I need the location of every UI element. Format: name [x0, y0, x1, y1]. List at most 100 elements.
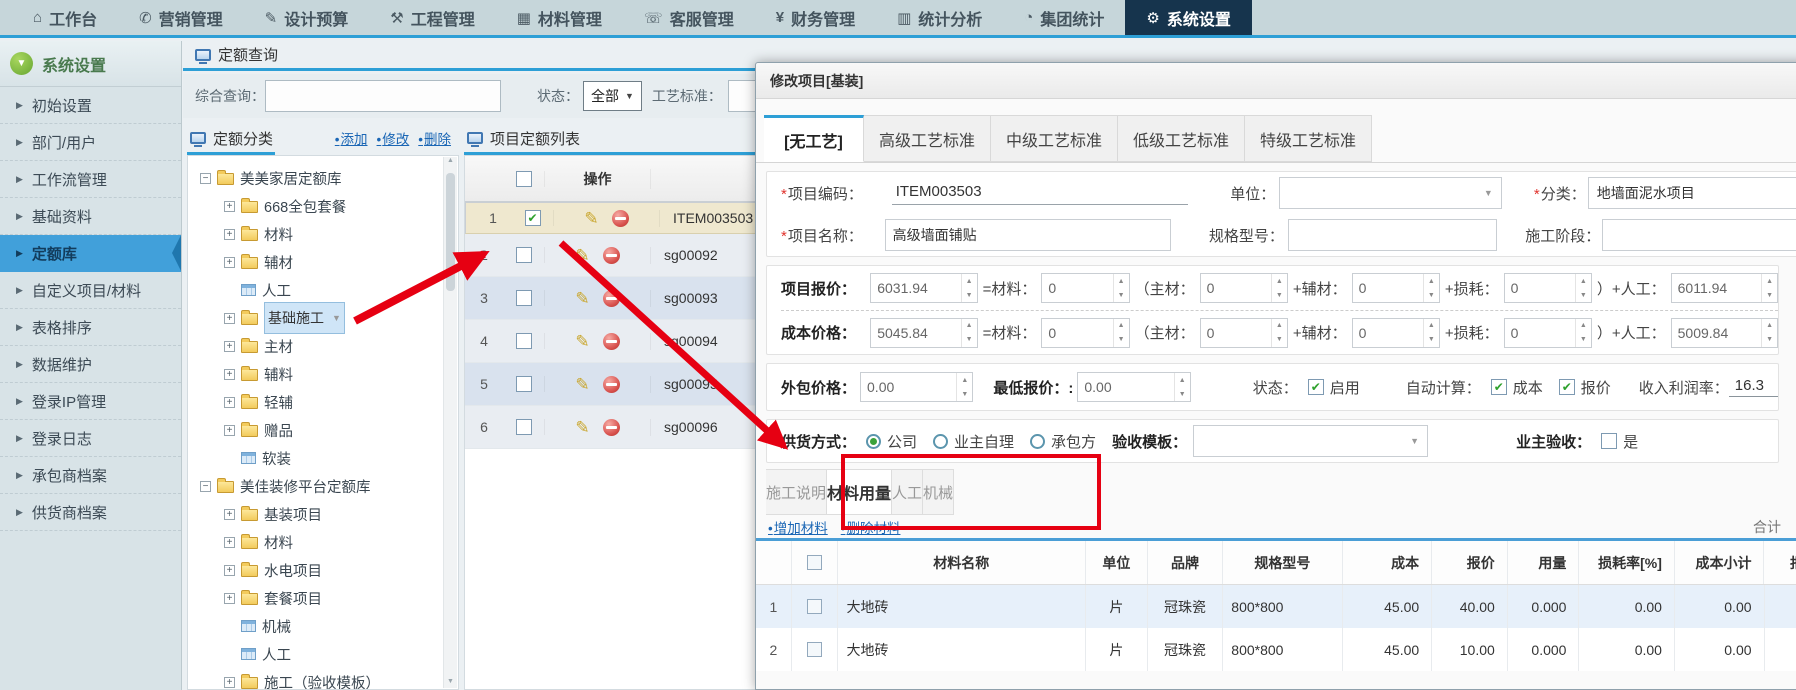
supply-option[interactable]: 业主自理: [933, 431, 1014, 452]
loss-input[interactable]: 0: [1504, 318, 1592, 348]
craft-tab[interactable]: 特级工艺标准: [1245, 115, 1372, 162]
tree-node[interactable]: − 美佳装修平台定额库: [188, 472, 458, 500]
spinner-buttons[interactable]: [1271, 274, 1287, 302]
scroll-down-icon[interactable]: ▼: [447, 678, 454, 685]
tree-node[interactable]: + 轻辅: [188, 388, 458, 416]
spinner-buttons[interactable]: [956, 373, 972, 401]
radio-icon[interactable]: [933, 434, 948, 449]
modal-title-bar[interactable]: 修改项目[基装]: [756, 63, 1796, 99]
spinner-buttons[interactable]: [1761, 274, 1777, 302]
tree-expander-icon[interactable]: +: [224, 201, 235, 212]
tree-node[interactable]: + 水电项目: [188, 556, 458, 584]
tree-node-label[interactable]: 668全包套餐: [264, 196, 346, 217]
edit-pencil-icon[interactable]: ✎: [575, 247, 589, 264]
tree-node-label[interactable]: 机械: [262, 616, 291, 637]
row-checkbox[interactable]: [516, 376, 532, 392]
delete-icon[interactable]: [612, 210, 629, 227]
tree-node[interactable]: 软装: [188, 444, 458, 472]
status-select[interactable]: 全部: [583, 81, 642, 111]
tree-node-label[interactable]: 套餐项目: [264, 588, 322, 609]
labor-input[interactable]: 6011.94: [1671, 273, 1778, 303]
enabled-checkbox[interactable]: [1308, 379, 1324, 395]
price-total-input[interactable]: 6031.94: [870, 273, 977, 303]
delete-icon[interactable]: [603, 247, 620, 264]
search-input[interactable]: [265, 80, 501, 112]
tree-node[interactable]: + 基装项目: [188, 500, 458, 528]
tree-node-label[interactable]: 辅材: [264, 252, 293, 273]
main-material-input[interactable]: 0: [1200, 318, 1288, 348]
tree-node[interactable]: 人工: [188, 276, 458, 304]
table-row[interactable]: 1 ✎ ITEM003503: [465, 202, 779, 234]
material-price-input[interactable]: 0: [1041, 273, 1129, 303]
sidebar-item[interactable]: ▶ 部门/用户: [0, 124, 181, 161]
spinner-buttons[interactable]: [961, 274, 977, 302]
sidebar-item[interactable]: ▶ 承包商档案: [0, 457, 181, 494]
scrollbar-thumb[interactable]: [446, 173, 455, 291]
edit-pencil-icon[interactable]: ✎: [584, 210, 598, 227]
tree-node-label[interactable]: 人工: [262, 644, 291, 665]
tree-node[interactable]: + 材料: [188, 220, 458, 248]
tree-expander-icon[interactable]: +: [224, 257, 235, 268]
tree-node-label[interactable]: 软装: [262, 448, 291, 469]
material-row[interactable]: 1 大地砖 片 冠珠瓷 800*800 45.00 40.00 0.000 0.…: [756, 585, 1796, 628]
scroll-up-icon[interactable]: ▲: [447, 157, 454, 164]
tree-expander-icon[interactable]: +: [224, 509, 235, 520]
delete-icon[interactable]: [603, 333, 620, 350]
sidebar-item[interactable]: ▶ 工作流管理: [0, 161, 181, 198]
material-price-input[interactable]: 0: [1041, 318, 1129, 348]
sidebar-item[interactable]: ▶ 定额库: [0, 235, 181, 272]
row-checkbox[interactable]: [516, 247, 532, 263]
detail-subtab[interactable]: 材料用量: [827, 469, 892, 515]
tree-node[interactable]: + 基础施工: [188, 304, 458, 332]
tree-node[interactable]: − 美美家居定额库: [188, 164, 458, 192]
tree-node-label[interactable]: 辅料: [264, 364, 293, 385]
tree-expander-icon[interactable]: +: [224, 425, 235, 436]
tree-scrollbar[interactable]: ▲ ▼: [443, 157, 457, 688]
sidebar-item[interactable]: ▶ 登录日志: [0, 420, 181, 457]
spinner-buttons[interactable]: [1174, 373, 1190, 401]
auto-cost-checkbox[interactable]: [1491, 379, 1507, 395]
spec-input[interactable]: [1288, 219, 1497, 251]
tree-node[interactable]: + 668全包套餐: [188, 192, 458, 220]
delete-material-link[interactable]: 删除材料: [841, 517, 901, 537]
edit-category-link[interactable]: 修改: [377, 128, 410, 148]
detail-subtab[interactable]: 人工: [892, 469, 923, 515]
project-name-input[interactable]: [885, 219, 1171, 251]
edit-pencil-icon[interactable]: ✎: [575, 376, 589, 393]
row-checkbox[interactable]: [516, 333, 532, 349]
tree-node-label[interactable]: 主材: [264, 336, 293, 357]
spinner-buttons[interactable]: [1113, 274, 1129, 302]
spinner-buttons[interactable]: [1423, 274, 1439, 302]
tree-expander-icon[interactable]: +: [224, 565, 235, 576]
tree-expander-icon[interactable]: +: [224, 313, 235, 324]
unit-select[interactable]: [1279, 177, 1502, 209]
material-select-all-checkbox[interactable]: [807, 555, 822, 570]
craft-tab[interactable]: 低级工艺标准: [1118, 115, 1245, 162]
sidebar-item[interactable]: ▶ 供货商档案: [0, 494, 181, 531]
radio-icon[interactable]: [1030, 434, 1045, 449]
row-checkbox[interactable]: [516, 290, 532, 306]
sidebar-item[interactable]: ▶ 自定义项目/材料: [0, 272, 181, 309]
tree-node[interactable]: + 辅材: [188, 248, 458, 276]
delete-category-link[interactable]: 删除: [418, 128, 451, 148]
tree-node-label[interactable]: 施工（验收模板）: [264, 672, 380, 690]
nav-item[interactable]: ✆ 营销管理: [118, 0, 244, 35]
nav-item[interactable]: ☏ 客服管理: [623, 0, 755, 35]
spinner-buttons[interactable]: [1113, 319, 1129, 347]
tree-node-label[interactable]: 赠品: [264, 420, 293, 441]
sidebar-item[interactable]: ▶ 基础资料: [0, 198, 181, 235]
delete-icon[interactable]: [603, 290, 620, 307]
tree-node-label[interactable]: 基础施工: [264, 302, 345, 334]
spinner-buttons[interactable]: [961, 319, 977, 347]
material-row-checkbox[interactable]: [807, 642, 822, 657]
spinner-buttons[interactable]: [1761, 319, 1777, 347]
stage-select[interactable]: [1602, 219, 1796, 251]
labor-input[interactable]: 5009.84: [1671, 318, 1778, 348]
tree-node-label[interactable]: 材料: [264, 224, 293, 245]
spinner-buttons[interactable]: [1575, 319, 1591, 347]
craft-tab[interactable]: 中级工艺标准: [991, 115, 1118, 162]
material-row-checkbox[interactable]: [807, 599, 822, 614]
spinner-buttons[interactable]: [1575, 274, 1591, 302]
tree-node-label[interactable]: 基装项目: [264, 504, 322, 525]
tree-expander-icon[interactable]: −: [200, 173, 211, 184]
